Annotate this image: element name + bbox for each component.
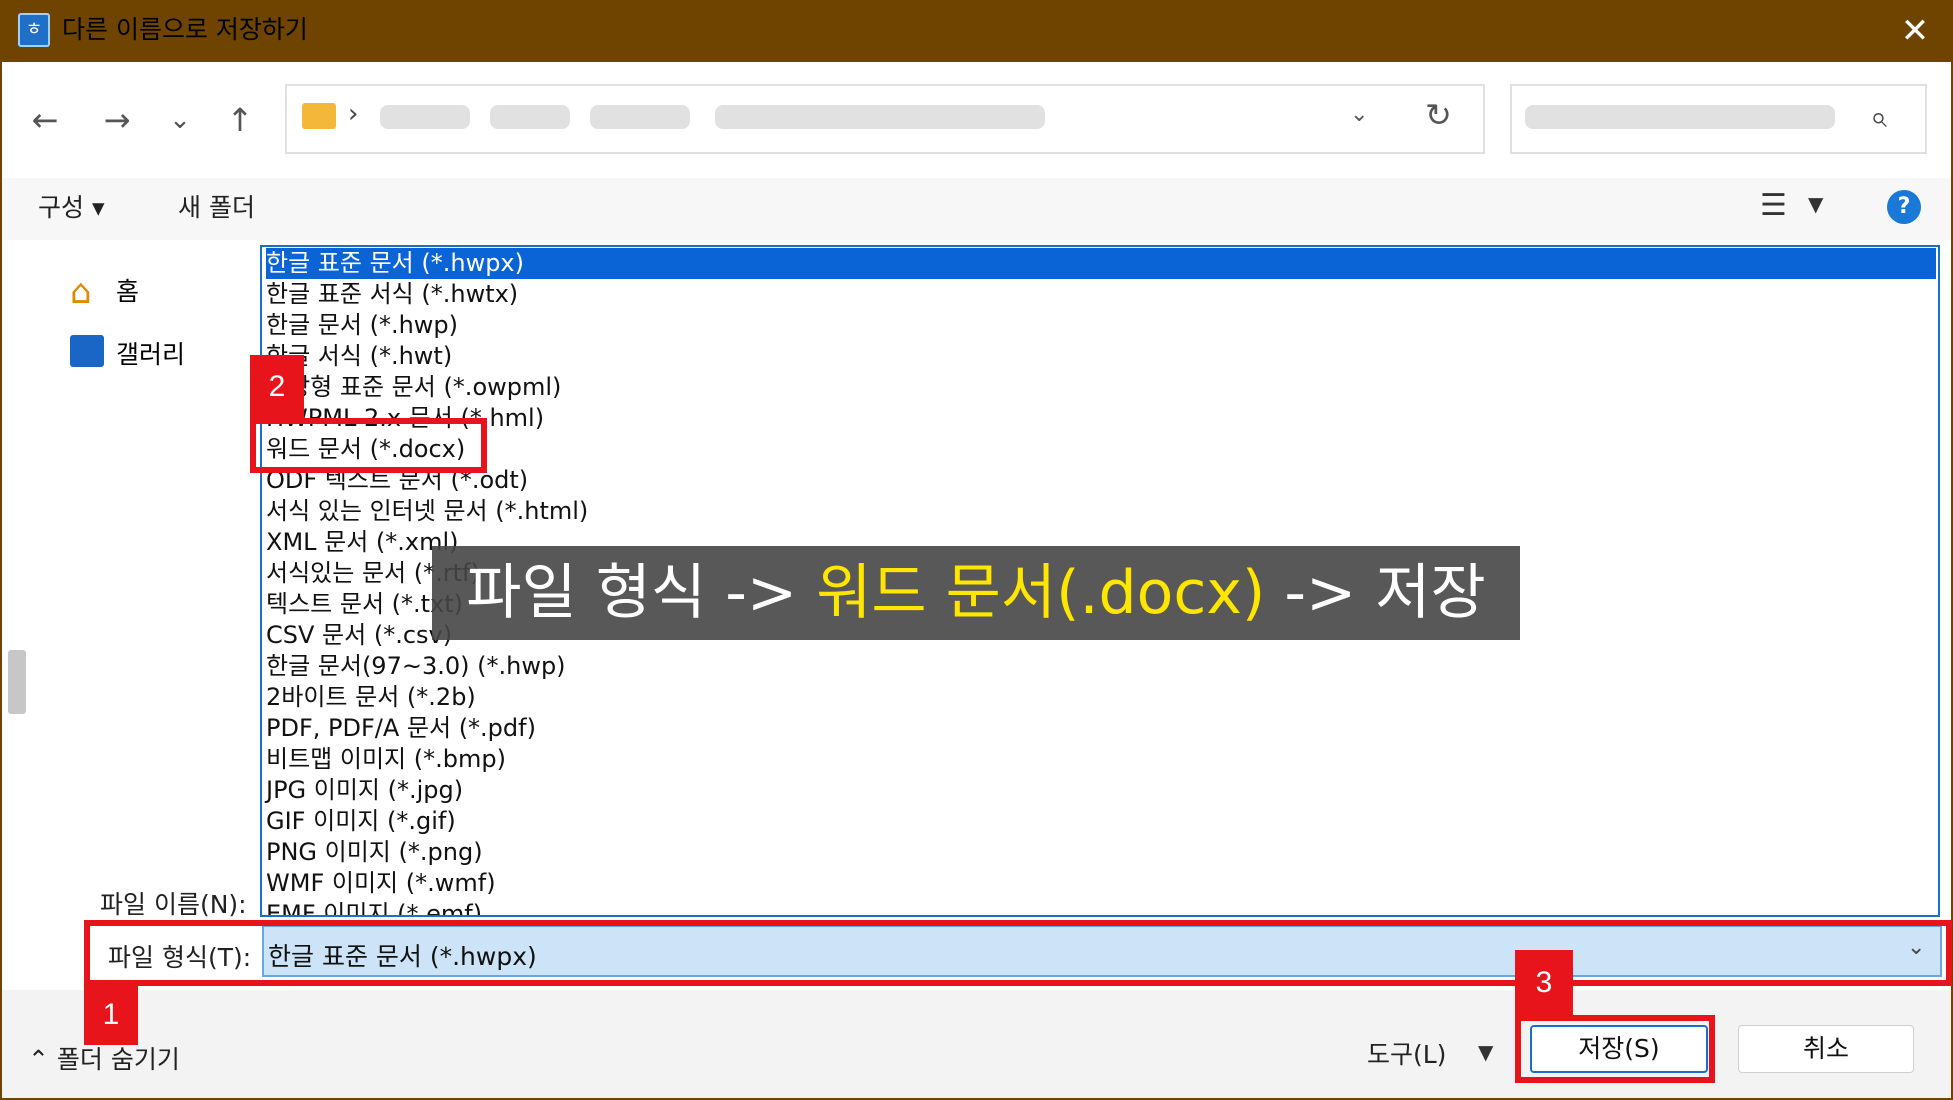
filetype-option[interactable]: PDF, PDF/A 문서 (*.pdf) (266, 713, 536, 744)
annotation-badge-3: 3 (1515, 950, 1573, 1016)
tools-menu-button[interactable]: 도구(L) (1367, 1035, 1446, 1071)
annotation-box-docx (250, 418, 487, 473)
forward-arrow-icon[interactable]: → (92, 95, 142, 145)
instruction-caption: 파일 형식 -> 워드 문서(.docx) -> 저장 (432, 546, 1520, 640)
filetype-option[interactable]: 개방형 표준 문서 (*.owpml) (266, 372, 561, 403)
breadcrumb-separator-icon: › (348, 99, 359, 129)
filetype-option[interactable]: 한글 표준 서식 (*.hwtx) (266, 279, 518, 310)
caption-step-1: 파일 형식 -> (466, 558, 817, 628)
filetype-option[interactable]: CSV 문서 (*.csv) (266, 620, 452, 651)
organize-button[interactable]: 구성 ▾ (38, 188, 105, 224)
filetype-option[interactable]: 서식 있는 인터넷 문서 (*.html) (266, 496, 588, 527)
sidebar-scrollbar[interactable] (8, 650, 26, 714)
filetype-option[interactable]: 2바이트 문서 (*.2b) (266, 682, 476, 713)
filetype-option[interactable]: 한글 표준 문서 (*.hwpx) (266, 248, 1936, 279)
address-dropdown-chevron-icon[interactable]: ⌄ (1350, 102, 1368, 127)
close-icon[interactable]: ✕ (1890, 8, 1940, 54)
sidebar-item-home[interactable]: 홈 (116, 272, 139, 308)
recent-locations-chevron-icon[interactable]: ⌄ (155, 95, 205, 145)
search-placeholder-blurred (1525, 105, 1835, 129)
annotation-badge-2: 2 (250, 355, 304, 419)
filename-label: 파일 이름(N): (100, 890, 247, 919)
caption-highlight: 워드 문서(.docx) (816, 558, 1266, 628)
filetype-option[interactable]: XML 문서 (*.xml) (266, 527, 459, 558)
view-list-icon[interactable]: ☰ (1760, 188, 1787, 223)
gallery-icon (70, 335, 104, 367)
up-arrow-icon[interactable]: ↑ (215, 95, 265, 145)
window-title: 다른 이름으로 저장하기 (62, 15, 308, 44)
breadcrumb-segment-blurred[interactable] (590, 105, 690, 129)
annotation-badge-1: 1 (84, 985, 138, 1045)
annotation-box-filetype (84, 920, 1952, 986)
filetype-option[interactable]: EMF 이미지 (*.emf) (266, 899, 482, 915)
back-arrow-icon[interactable]: ← (20, 95, 70, 145)
search-icon[interactable]: ⌕ (1870, 100, 1887, 135)
breadcrumb-segment-blurred[interactable] (715, 105, 1045, 129)
new-folder-button[interactable]: 새 폴더 (178, 188, 255, 224)
filetype-option[interactable]: 비트맵 이미지 (*.bmp) (266, 744, 506, 775)
help-icon[interactable]: ? (1887, 190, 1921, 224)
home-icon: ⌂ (70, 272, 92, 312)
folder-icon (302, 103, 336, 129)
filetype-option[interactable]: WMF 이미지 (*.wmf) (266, 868, 496, 899)
refresh-icon[interactable]: ↻ (1425, 96, 1452, 134)
filetype-option[interactable]: 한글 문서 (*.hwp) (266, 310, 458, 341)
filetype-option[interactable]: 한글 문서(97~3.0) (*.hwp) (266, 651, 566, 682)
sidebar-item-gallery[interactable]: 갤러리 (116, 335, 185, 371)
hwp-app-icon: ㅎ (18, 13, 50, 47)
filetype-option[interactable]: GIF 이미지 (*.gif) (266, 806, 456, 837)
hide-folders-button[interactable]: ⌃ 폴더 숨기기 (28, 1040, 180, 1076)
annotation-box-save (1515, 1015, 1715, 1083)
filetype-option[interactable]: PNG 이미지 (*.png) (266, 837, 483, 868)
caption-step-3: -> 저장 (1265, 558, 1486, 628)
filetype-option[interactable]: JPG 이미지 (*.jpg) (266, 775, 463, 806)
breadcrumb-segment-blurred[interactable] (380, 105, 470, 129)
tools-dropdown-chevron-icon[interactable]: ▼ (1478, 1040, 1493, 1064)
cancel-button[interactable]: 취소 (1738, 1025, 1914, 1073)
command-bar (2, 178, 1951, 240)
view-dropdown-chevron-icon[interactable]: ▼ (1808, 192, 1823, 216)
breadcrumb-segment-blurred[interactable] (490, 105, 570, 129)
